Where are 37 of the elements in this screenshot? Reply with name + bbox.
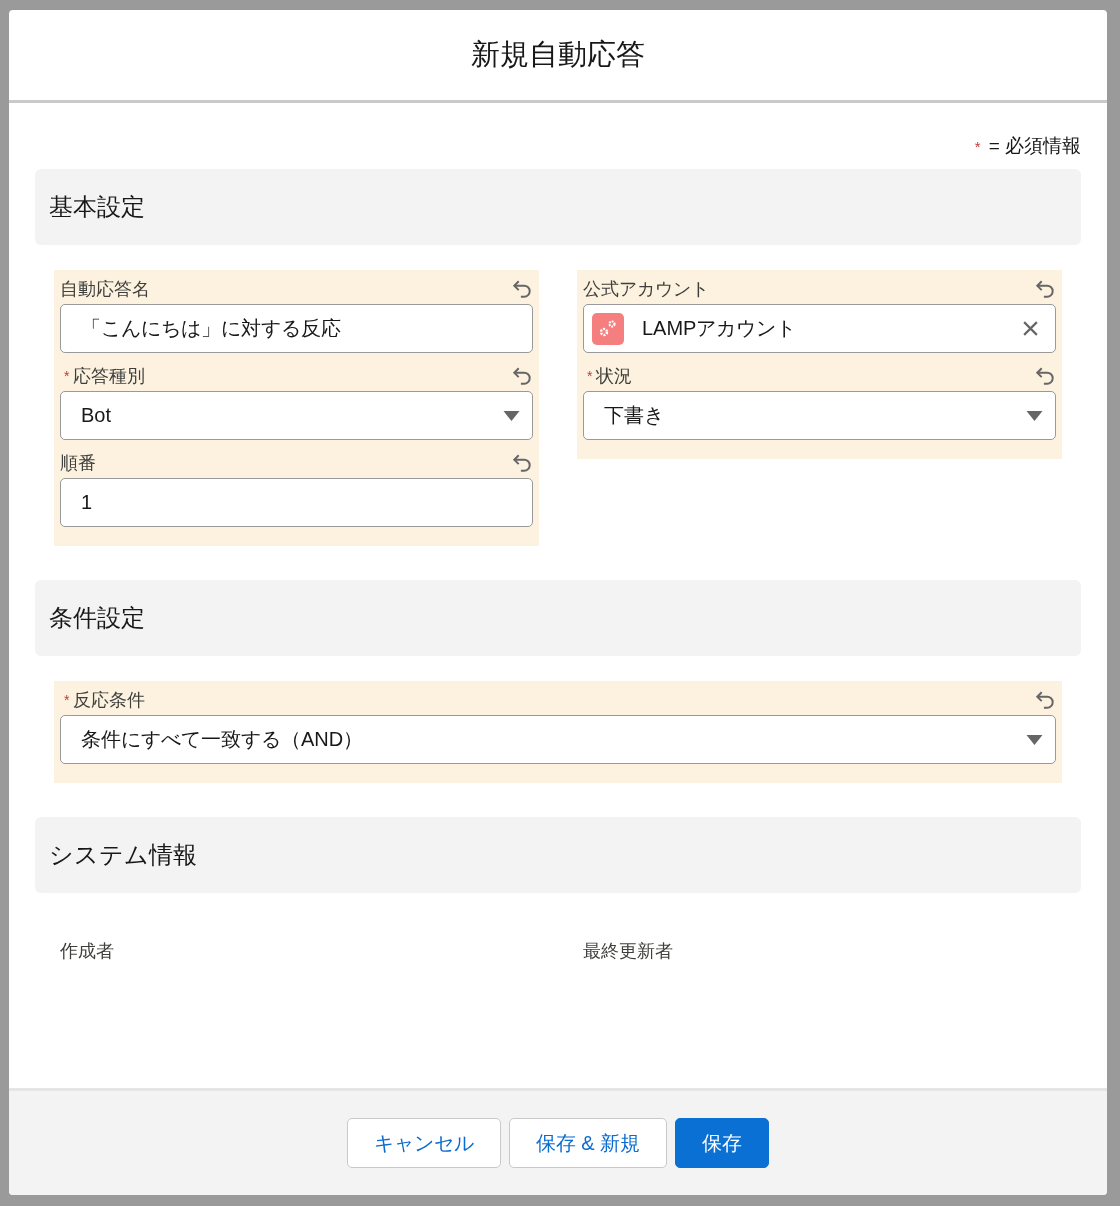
save-button[interactable]: 保存 <box>675 1118 770 1168</box>
field-label: 反応条件 <box>73 689 147 712</box>
section-title: システム情報 <box>49 840 197 870</box>
dropdown-arrow-icon <box>1026 410 1043 421</box>
dropdown-arrow-icon <box>1026 734 1043 745</box>
footer-button[interactable]: キャンセル <box>346 1118 501 1168</box>
select-field[interactable]: 条件にすべて一致する（AND） <box>60 715 1056 764</box>
field-label: 公式アカウント <box>583 278 710 301</box>
text-field[interactable]: 「こんにちは」に対する反応 <box>60 304 533 353</box>
required-mark: * <box>974 137 981 155</box>
undo-icon[interactable] <box>1034 365 1056 387</box>
required-mark: * <box>587 368 593 384</box>
field-label: 最終更新者 <box>583 940 674 963</box>
field-label: 順番 <box>60 452 97 475</box>
select-field[interactable]: 下書き <box>583 391 1056 440</box>
clear-icon[interactable] <box>1022 320 1039 337</box>
footer-button[interactable]: 保存 & 新規 <box>508 1118 668 1168</box>
required-note: = 必須情報 <box>988 134 1081 158</box>
required-mark: * <box>64 692 70 708</box>
undo-icon[interactable] <box>1034 278 1056 300</box>
undo-icon[interactable] <box>511 365 533 387</box>
text-field[interactable]: 1 <box>60 478 533 527</box>
dropdown-arrow-icon <box>503 410 520 421</box>
undo-icon[interactable] <box>511 278 533 300</box>
required-mark: * <box>64 368 70 384</box>
undo-icon[interactable] <box>511 452 533 474</box>
field-label: 作成者 <box>60 940 115 963</box>
field-label: 自動応答名 <box>60 278 151 301</box>
field-label: 状況 <box>596 365 634 388</box>
modal-title: 新規自動応答 <box>471 37 645 72</box>
field-label: 応答種別 <box>73 365 147 388</box>
gears-icon <box>592 312 624 345</box>
lookup-field[interactable]: LAMPアカウント <box>583 304 1056 353</box>
section-title: 基本設定 <box>49 192 145 222</box>
section-title: 条件設定 <box>49 603 145 633</box>
undo-icon[interactable] <box>1034 689 1056 711</box>
select-field[interactable]: Bot <box>60 391 533 440</box>
